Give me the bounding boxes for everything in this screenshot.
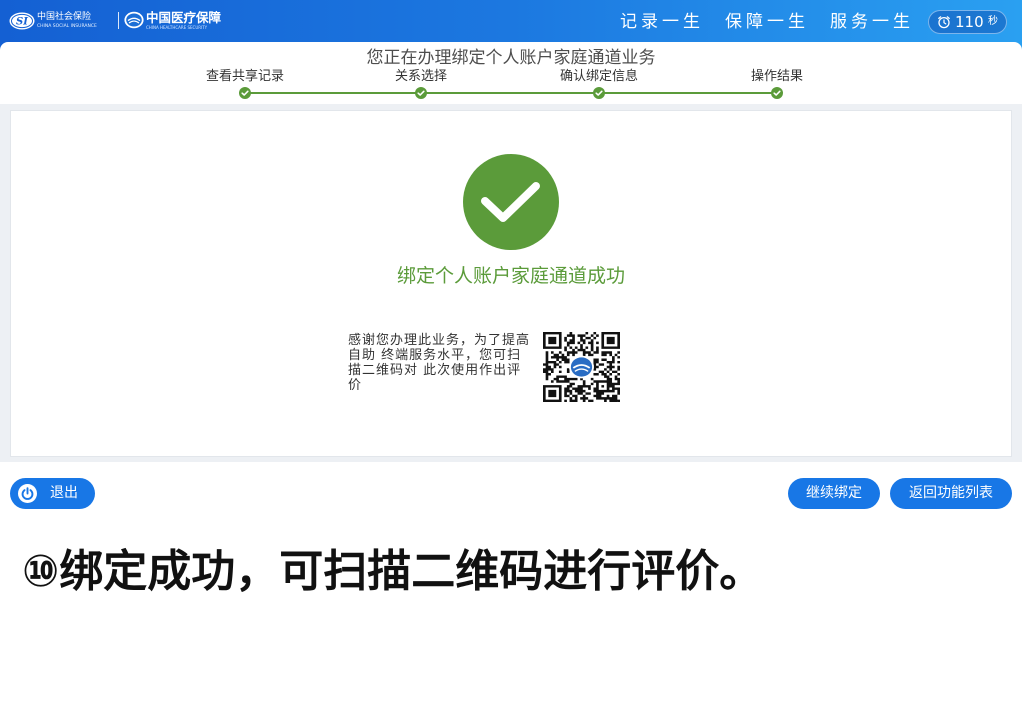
instruction-caption: ⑩绑定成功，可扫描二维码进行评价。 [22, 546, 764, 597]
logo-divider [118, 12, 119, 29]
content-area: 绑定个人账户家庭通道成功 感谢您办理此业务，为了提高 自助 终端服务水平，您可扫… [0, 104, 1022, 462]
evaluation-prompt-line: 价 [348, 378, 363, 393]
qr-logo-icon [570, 357, 593, 377]
success-message: 绑定个人账户家庭通道成功 [396, 265, 625, 287]
evaluation-prompt: 感谢您办理此业务，为了提高 自助 终端服务水平，您可扫 描二维码对 此次使用作出… [348, 333, 530, 393]
step-label-confirm: 确认绑定信息 [559, 69, 639, 84]
alarm-clock-icon [938, 16, 950, 29]
slogan-record: 记录一生 [620, 12, 704, 32]
exit-button-label: 退出 [50, 485, 78, 501]
step-label-result: 操作结果 [750, 69, 804, 84]
power-icon [18, 484, 37, 503]
continue-binding-button[interactable]: 继续绑定 [788, 478, 880, 509]
social-insurance-name: 中国社会保险 [37, 12, 92, 22]
success-check-icon [463, 154, 559, 250]
step-check-icon [415, 87, 427, 99]
social-insurance-name-en: CHINA SOCIAL INSURANCE [37, 24, 97, 29]
slogan-protect: 保障一生 [725, 12, 809, 32]
progress-panel: 您正在办理绑定个人账户家庭通道业务 查看共享记录 关系选择 确认绑定信息 操作结… [0, 42, 1022, 104]
evaluation-prompt-line: 感谢您办理此业务，为了提高 [348, 333, 531, 348]
step-progress-line [245, 92, 777, 94]
page-title: 您正在办理绑定个人账户家庭通道业务 [366, 48, 656, 68]
countdown-value: 110 [955, 13, 984, 31]
evaluation-prompt-line: 描二维码对 此次使用作出评 [348, 363, 522, 378]
healthcare-security-logo [124, 11, 144, 29]
result-card: 绑定个人账户家庭通道成功 感谢您办理此业务，为了提高 自助 终端服务水平，您可扫… [10, 110, 1012, 457]
social-insurance-logo: SI [9, 12, 35, 30]
social-insurance-logo-icon: SI [9, 12, 35, 30]
countdown-timer: 110 秒 [928, 10, 1007, 34]
slogan-service: 服务一生 [830, 12, 914, 32]
exit-button[interactable]: 退出 [10, 478, 95, 509]
step-check-icon [771, 87, 783, 99]
qr-code [543, 332, 620, 402]
step-label-relation: 关系选择 [394, 69, 448, 84]
countdown-unit: 秒 [988, 16, 998, 27]
step-check-icon [593, 87, 605, 99]
evaluation-prompt-line: 自助 终端服务水平，您可扫 [348, 348, 522, 363]
healthcare-security-name: 中国医疗保障 [146, 10, 222, 25]
social-insurance-logo-mark: SI [16, 17, 28, 28]
back-to-menu-button[interactable]: 返回功能列表 [890, 478, 1012, 509]
healthcare-security-name-en: CHINA HEALTHCARE SECURITY [146, 25, 208, 30]
step-check-icon [239, 87, 251, 99]
healthcare-security-logo-icon [124, 11, 144, 29]
step-label-view-records: 查看共享记录 [205, 69, 285, 84]
